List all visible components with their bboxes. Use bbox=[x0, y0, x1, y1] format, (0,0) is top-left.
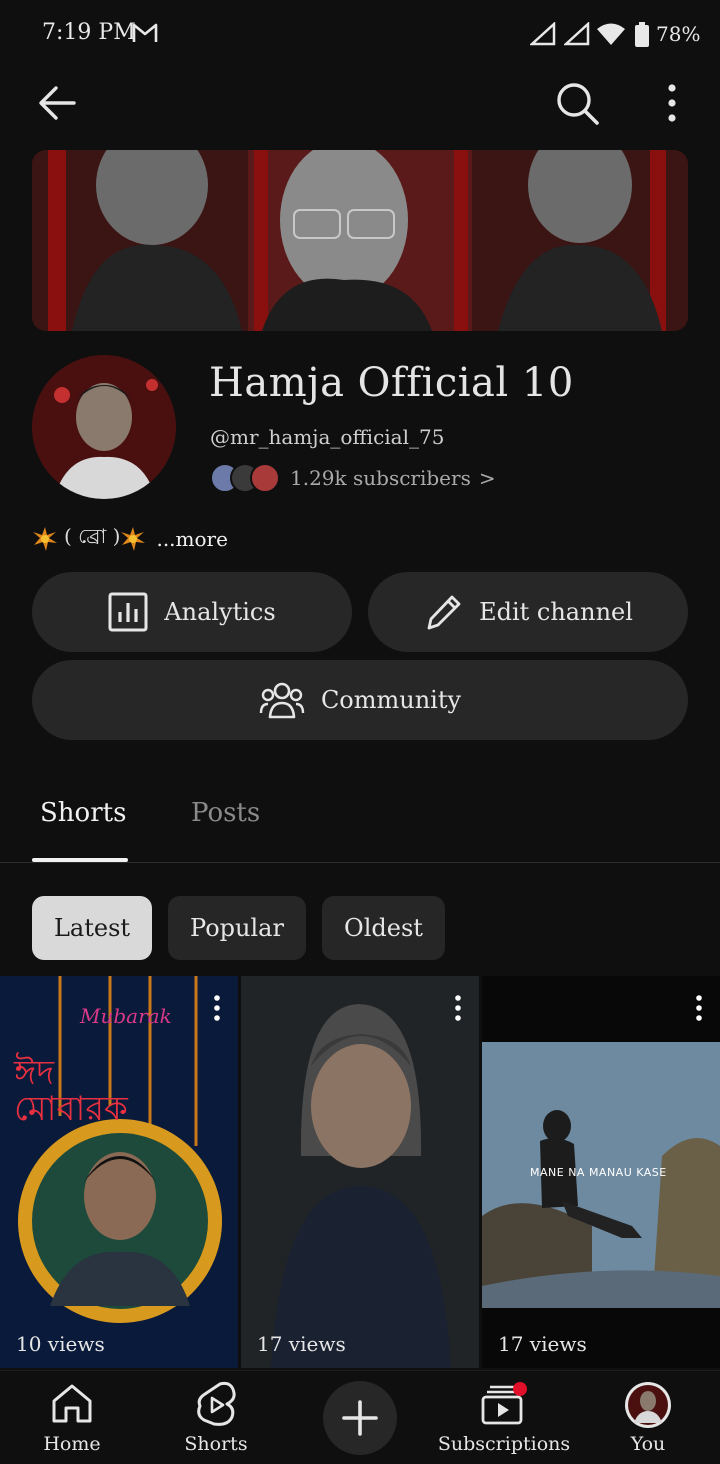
short-views: 17 views bbox=[257, 1332, 346, 1356]
more-options-icon[interactable] bbox=[656, 80, 688, 126]
create-icon bbox=[342, 1400, 378, 1436]
short-thumbnail[interactable]: 17 views bbox=[241, 976, 479, 1368]
signal-icon bbox=[530, 22, 556, 46]
short-views: 10 views bbox=[16, 1332, 105, 1356]
tab-posts[interactable]: Posts bbox=[191, 798, 260, 828]
subscriber-avatar bbox=[250, 463, 280, 493]
chevron-right-icon: > bbox=[478, 466, 496, 490]
nav-subscriptions-label: Subscriptions bbox=[437, 1433, 571, 1455]
nav-you-label: You bbox=[630, 1433, 666, 1455]
chip-popular[interactable]: Popular bbox=[168, 896, 306, 960]
short-overlay-caption: Mubarak bbox=[80, 1004, 172, 1028]
chip-oldest[interactable]: Oldest bbox=[322, 896, 445, 960]
nav-home[interactable]: Home bbox=[0, 1371, 144, 1464]
people-icon bbox=[259, 682, 305, 719]
short-thumbnail-image bbox=[241, 976, 479, 1368]
short-thumbnail[interactable]: ঈদ মোবারক Mubarak 10 views bbox=[0, 976, 238, 1368]
nav-shorts[interactable]: Shorts bbox=[144, 1371, 288, 1464]
battery-icon bbox=[635, 22, 649, 47]
sparkle-icon bbox=[121, 526, 146, 551]
nav-shorts-label: Shorts bbox=[184, 1433, 248, 1455]
sparkle-icon bbox=[33, 526, 57, 551]
short-overlay-text: MANE NA MANAU KASE bbox=[530, 1166, 667, 1179]
tab-shorts[interactable]: Shorts bbox=[40, 798, 126, 828]
status-bar: 7:19 PM 78% bbox=[0, 0, 720, 70]
community-button[interactable]: Community bbox=[32, 660, 688, 740]
short-thumbnail-image bbox=[0, 976, 238, 1368]
analytics-button[interactable]: Analytics bbox=[32, 572, 352, 652]
signal-icon-2 bbox=[564, 22, 590, 46]
short-overlay-text: ঈদ মোবারক bbox=[14, 1053, 128, 1129]
pencil-icon bbox=[427, 595, 461, 630]
tab-divider bbox=[0, 862, 720, 863]
back-arrow-icon[interactable] bbox=[34, 80, 80, 126]
channel-avatar[interactable] bbox=[32, 355, 176, 499]
nav-you[interactable]: You bbox=[576, 1371, 720, 1464]
subscribers-row[interactable]: 1.29k subscribers > bbox=[210, 461, 496, 495]
short-menu-icon[interactable] bbox=[453, 994, 463, 1022]
edit-channel-label: Edit channel bbox=[479, 598, 633, 626]
channel-handle: @mr_hamja_official_75 bbox=[210, 425, 445, 449]
bottom-navigation: Home Shorts Subscriptions You bbox=[0, 1370, 720, 1464]
chip-latest[interactable]: Latest bbox=[32, 896, 152, 960]
home-icon bbox=[52, 1384, 92, 1423]
short-menu-icon[interactable] bbox=[212, 994, 222, 1022]
nav-subscriptions[interactable]: Subscriptions bbox=[432, 1371, 576, 1464]
short-menu-icon[interactable] bbox=[694, 994, 704, 1022]
analytics-label: Analytics bbox=[164, 598, 276, 626]
subscriptions-icon bbox=[481, 1382, 527, 1425]
subscriber-count: 1.29k subscribers bbox=[290, 466, 471, 490]
analytics-icon bbox=[108, 592, 148, 632]
gmail-icon bbox=[132, 23, 158, 42]
more-link[interactable]: ...more bbox=[156, 527, 227, 551]
battery-percent: 78% bbox=[656, 22, 701, 46]
short-views: 17 views bbox=[498, 1332, 587, 1356]
search-icon[interactable] bbox=[552, 78, 602, 128]
channel-name: Hamja Official 10 bbox=[209, 360, 574, 406]
shorts-icon bbox=[197, 1381, 236, 1426]
avatar bbox=[625, 1382, 671, 1428]
channel-banner bbox=[32, 150, 688, 331]
edit-channel-button[interactable]: Edit channel bbox=[368, 572, 688, 652]
community-label: Community bbox=[320, 686, 462, 714]
short-thumbnail[interactable]: MANE NA MANAU KASE 17 views bbox=[482, 976, 720, 1368]
status-time: 7:19 PM bbox=[42, 20, 136, 45]
channel-description[interactable]: ( ব্রো ) ...more bbox=[32, 522, 228, 555]
nav-home-label: Home bbox=[43, 1433, 101, 1455]
wifi-icon bbox=[597, 23, 625, 45]
create-button[interactable] bbox=[323, 1381, 397, 1455]
description-text: ( ব্রো ) bbox=[64, 524, 121, 548]
